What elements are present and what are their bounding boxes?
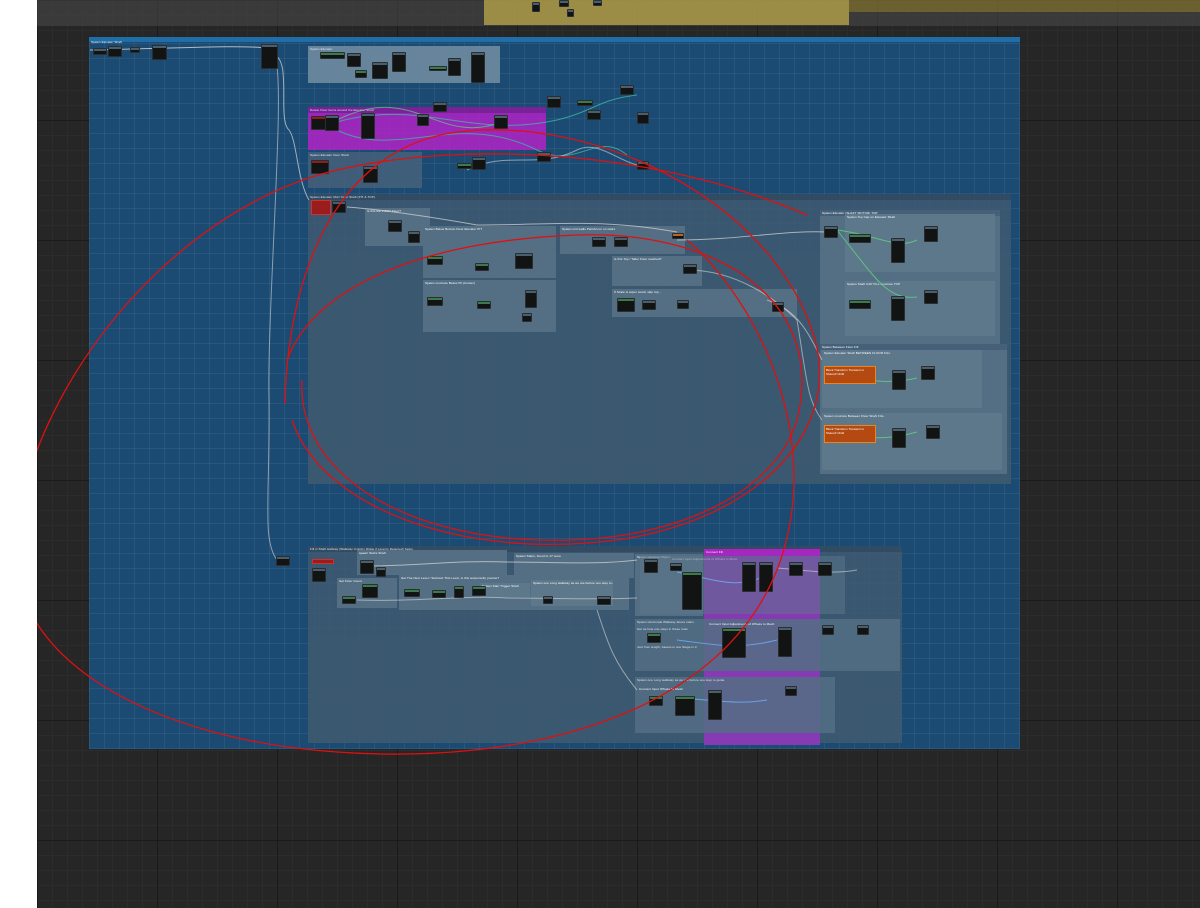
annotation-circle-outer: [37, 153, 808, 755]
annotation-circle-inner: [284, 129, 821, 546]
annotation-layer: [37, 129, 821, 755]
graph-canvas[interactable]: Spawn Elevator Shaft Spawn Elevator Dele…: [37, 0, 1200, 908]
